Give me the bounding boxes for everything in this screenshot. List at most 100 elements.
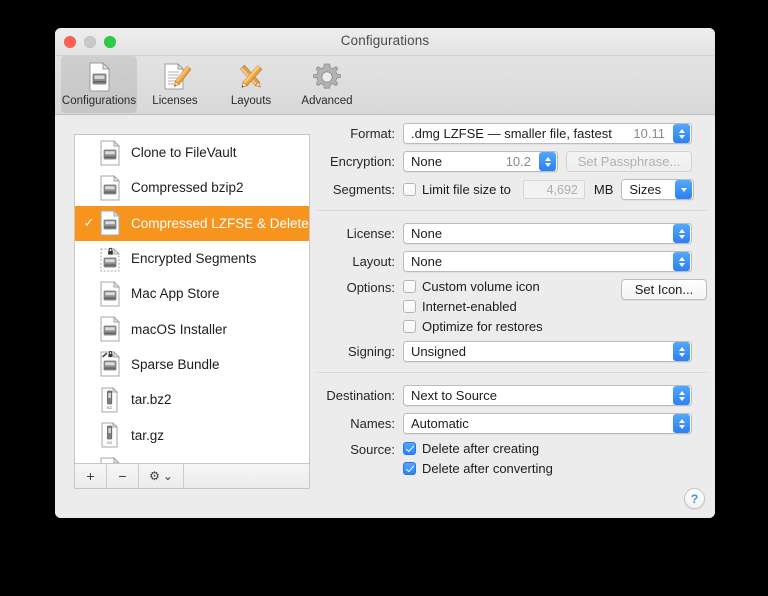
list-item[interactable]: Encrypted Segments: [75, 241, 309, 276]
actions-gear-button[interactable]: ⚙ ⌄: [139, 464, 184, 488]
toolbar: Configurations: [55, 56, 715, 115]
list-item[interactable]: Mac App Store: [75, 276, 309, 311]
signing-value: Unsigned: [404, 344, 673, 359]
sizes-pulldown[interactable]: Sizes: [621, 179, 694, 200]
internet-enabled-checkbox[interactable]: Internet-enabled: [403, 299, 543, 314]
stepper-arrows-icon[interactable]: [673, 224, 690, 243]
checkbox-label: Custom volume icon: [422, 279, 540, 294]
tab-label: Configurations: [62, 95, 136, 107]
configurations-window: Configurations Configurations: [55, 28, 715, 518]
delete-after-creating-checkbox[interactable]: Delete after creating: [403, 441, 553, 456]
destination-popup[interactable]: Next to Source: [403, 385, 692, 406]
checkbox-label: Internet-enabled: [422, 299, 517, 314]
disk-image-icon: [99, 281, 121, 307]
disk-image-icon: [99, 175, 121, 201]
segment-size-input[interactable]: 4,692: [523, 180, 585, 199]
layout-label: Layout:: [317, 254, 403, 269]
checkbox-box: [403, 320, 416, 333]
list-item-label: Sparse Bundle: [131, 357, 220, 372]
encryption-popup[interactable]: None 10.2: [403, 151, 558, 172]
list-item[interactable]: GZ tar.gz: [75, 417, 309, 452]
list-item-label: Encrypted Segments: [131, 251, 256, 266]
checkbox-box: [403, 183, 416, 196]
stepper-arrows-icon[interactable]: [673, 414, 690, 433]
source-label: Source:: [317, 441, 403, 457]
names-label: Names:: [317, 416, 403, 431]
svg-text:BZ: BZ: [107, 405, 113, 410]
custom-volume-icon-checkbox[interactable]: Custom volume icon: [403, 279, 543, 294]
delete-after-converting-checkbox[interactable]: Delete after converting: [403, 461, 553, 476]
list-item[interactable]: BZ tar.bz2: [75, 382, 309, 417]
list-item-label: Compressed LZFSE & Delete: [131, 216, 309, 231]
format-version: 10.11: [633, 126, 673, 141]
tab-licenses[interactable]: Licenses: [137, 56, 213, 113]
disk-image-icon: [99, 457, 121, 463]
format-row: Format: .dmg LZFSE — smaller file, faste…: [317, 123, 707, 144]
stepper-arrows-icon[interactable]: [673, 342, 690, 361]
options-checkbox-group: Custom volume icon Internet-enabled Opti…: [403, 279, 543, 334]
disk-image-sparse-icon: [99, 351, 121, 377]
limit-file-size-checkbox[interactable]: Limit file size to: [403, 182, 511, 197]
tab-advanced[interactable]: Advanced: [289, 56, 365, 113]
list-item[interactable]: VMware: [75, 453, 309, 463]
license-popup[interactable]: None: [403, 223, 692, 244]
tab-label: Layouts: [231, 95, 271, 107]
list-item[interactable]: macOS Installer: [75, 311, 309, 346]
checkbox-box: [403, 442, 416, 455]
source-row: Source: Delete after creating Delete aft…: [317, 441, 707, 476]
optimize-for-restores-checkbox[interactable]: Optimize for restores: [403, 319, 543, 334]
set-passphrase-button[interactable]: Set Passphrase...: [566, 151, 692, 172]
stepper-arrows-icon[interactable]: [673, 124, 690, 143]
chevron-down-icon: ⌄: [163, 469, 173, 483]
tab-layouts[interactable]: Layouts: [213, 56, 289, 113]
disk-image-icon: [99, 210, 121, 236]
stepper-arrows-icon[interactable]: [673, 252, 690, 271]
encryption-value: None: [404, 154, 506, 169]
signing-popup[interactable]: Unsigned: [403, 341, 692, 362]
list-item-selected[interactable]: ✓ Compressed LZFSE & Delete: [75, 206, 309, 241]
tab-label: Advanced: [301, 95, 352, 107]
names-value: Automatic: [404, 416, 673, 431]
archive-bz2-icon: BZ: [99, 387, 121, 413]
stepper-arrows-icon[interactable]: [673, 386, 690, 405]
gear-icon: ⚙: [149, 469, 160, 483]
stepper-arrows-icon[interactable]: [539, 152, 556, 171]
pencil-ruler-cross-icon: [235, 61, 267, 93]
format-popup[interactable]: .dmg LZFSE — smaller file, fastest 10.11: [403, 123, 692, 144]
configuration-detail-pane: Format: .dmg LZFSE — smaller file, faste…: [317, 123, 707, 511]
list-item[interactable]: Clone to FileVault: [75, 135, 309, 170]
sizes-value: Sizes: [622, 182, 675, 197]
window-titlebar: Configurations: [55, 28, 715, 56]
layout-value: None: [404, 254, 673, 269]
document-disk-icon: [83, 61, 115, 93]
encryption-row: Encryption: None 10.2 Set Passphrase...: [317, 151, 707, 172]
segments-label: Segments:: [317, 182, 403, 197]
encryption-version: 10.2: [506, 154, 539, 169]
checkbox-box: [403, 462, 416, 475]
checkbox-label: Optimize for restores: [422, 319, 543, 334]
list-item[interactable]: Sparse Bundle: [75, 347, 309, 382]
help-button[interactable]: ?: [684, 488, 705, 509]
add-configuration-button[interactable]: +: [75, 464, 107, 488]
list-item[interactable]: Compressed bzip2: [75, 170, 309, 205]
destination-value: Next to Source: [404, 388, 673, 403]
tab-label: Licenses: [152, 95, 197, 107]
configuration-list[interactable]: Clone to FileVault Compressed bzip2: [74, 134, 310, 463]
tab-configurations[interactable]: Configurations: [61, 56, 137, 113]
configurations-sidebar: Clone to FileVault Compressed bzip2: [74, 134, 310, 489]
options-row: Options: Custom volume icon Internet-ena…: [317, 279, 707, 334]
window-title: Configurations: [55, 33, 715, 48]
options-label: Options:: [317, 279, 403, 295]
remove-configuration-button[interactable]: −: [107, 464, 139, 488]
list-item-label: Compressed bzip2: [131, 180, 244, 195]
set-icon-button[interactable]: Set Icon...: [621, 279, 707, 300]
chevron-down-icon[interactable]: [675, 180, 692, 199]
svg-text:GZ: GZ: [107, 440, 113, 445]
layout-popup[interactable]: None: [403, 251, 692, 272]
destination-row: Destination: Next to Source: [317, 385, 707, 406]
source-checkbox-group: Delete after creating Delete after conve…: [403, 441, 553, 476]
segment-size-unit: MB: [594, 182, 614, 197]
license-label: License:: [317, 226, 403, 241]
window-body: Clone to FileVault Compressed bzip2: [55, 115, 715, 518]
names-popup[interactable]: Automatic: [403, 413, 692, 434]
